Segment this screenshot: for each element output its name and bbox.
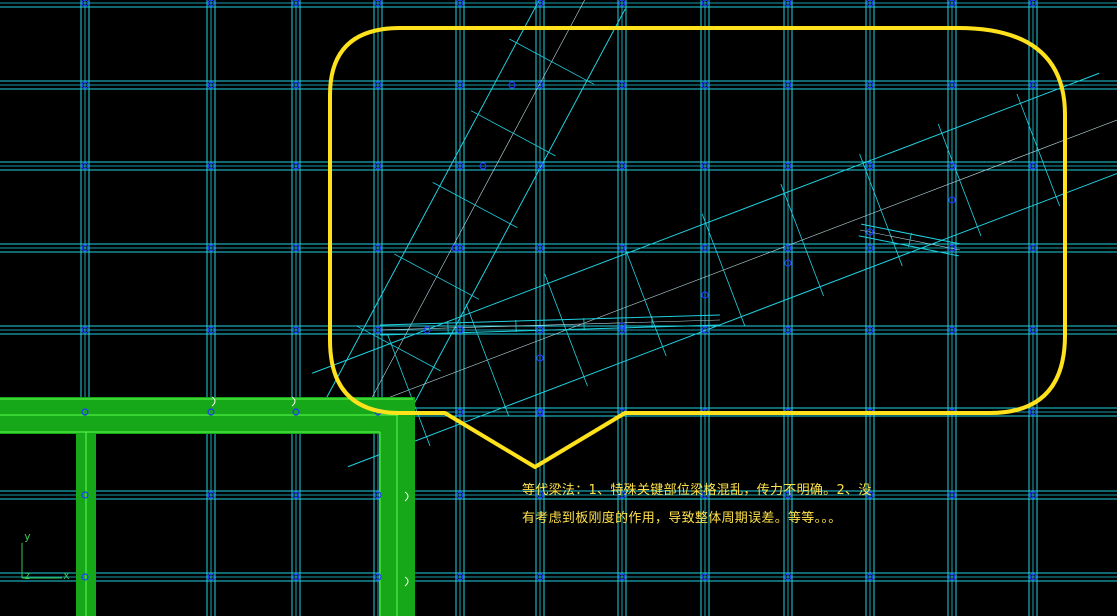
inclined-cross-tie xyxy=(465,303,510,417)
inclined-cross-tie xyxy=(937,123,982,237)
inclined-cross-tie xyxy=(509,38,595,85)
axis-x-label: x xyxy=(63,569,70,582)
inclined-beam-line xyxy=(324,0,540,402)
inclined-beam-line xyxy=(379,319,721,331)
axis-z-label: z xyxy=(24,569,31,582)
rotated-beam-grid xyxy=(312,0,1117,468)
callout-note-line1: 等代梁法：1、特殊关键部位梁格混乱，传力不明确。2、没 xyxy=(522,483,872,498)
inclined-cross-tie xyxy=(623,243,667,357)
inclined-cross-tie xyxy=(394,253,480,300)
inclined-beam-line xyxy=(379,314,720,326)
inclined-cross-tie xyxy=(470,110,556,157)
axis-y-label: y xyxy=(24,530,31,543)
inclined-cross-tie xyxy=(432,182,518,228)
callout-note-line2: 有考虑到板刚度的作用，导致整体周期误差。等等。。。 xyxy=(522,511,842,526)
callout-note: 等代梁法：1、特殊关键部位梁格混乱，传力不明确。2、没 有考虑到板刚度的作用，导… xyxy=(522,477,932,533)
inclined-beam-line xyxy=(359,0,585,421)
inclined-cross-tie xyxy=(780,183,824,297)
inclined-cross-tie xyxy=(1016,93,1061,207)
